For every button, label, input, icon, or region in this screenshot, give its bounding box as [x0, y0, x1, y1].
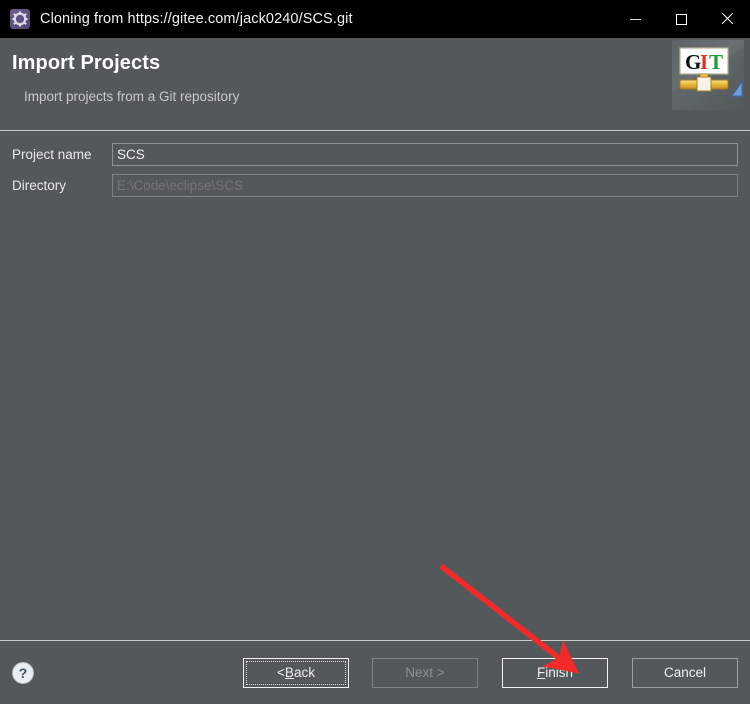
wizard-buttons: < Back Next > Finish Cancel [241, 657, 738, 688]
git-logo: G I T [672, 40, 744, 110]
close-icon[interactable] [704, 0, 750, 38]
next-button-label: Next > [405, 665, 445, 680]
content-empty-area [0, 205, 750, 640]
finish-button[interactable]: Finish [502, 657, 608, 688]
svg-text:G: G [685, 50, 701, 74]
cancel-button-label: Cancel [663, 665, 707, 680]
wizard-header: Import Projects Import projects from a G… [0, 38, 750, 131]
project-form: Project name Directory [0, 131, 750, 205]
help-icon[interactable]: ? [12, 661, 34, 684]
project-name-label: Project name [12, 147, 92, 162]
finish-button-label-post: inish [545, 665, 573, 680]
gear-icon [10, 9, 30, 29]
title-bar: Cloning from https://gitee.com/jack0240/… [0, 0, 750, 38]
window-title: Cloning from https://gitee.com/jack0240/… [40, 11, 353, 27]
project-name-input[interactable] [112, 143, 738, 166]
directory-input [112, 174, 738, 197]
window-controls [612, 0, 750, 38]
back-button-mnemonic: B [284, 665, 294, 680]
svg-text:I: I [700, 50, 708, 74]
back-button-label-pre: < [277, 665, 285, 680]
page-title: Import Projects [12, 52, 161, 74]
directory-label: Directory [12, 178, 67, 193]
maximize-icon[interactable] [658, 0, 704, 38]
next-button: Next > [372, 657, 478, 688]
field-row-directory: Directory [12, 174, 738, 197]
page-subtitle: Import projects from a Git repository [24, 89, 240, 104]
field-row-project-name: Project name [12, 143, 738, 166]
minimize-icon[interactable] [612, 0, 658, 38]
svg-text:T: T [709, 50, 723, 74]
import-projects-dialog: Cloning from https://gitee.com/jack0240/… [0, 0, 750, 704]
cancel-button[interactable]: Cancel [632, 657, 738, 688]
back-button[interactable]: < Back [243, 657, 349, 688]
back-button-label-post: ack [293, 665, 315, 680]
dialog-button-bar: ? < Back Next > Finish Cancel [0, 640, 750, 704]
finish-button-mnemonic: F [536, 665, 546, 680]
